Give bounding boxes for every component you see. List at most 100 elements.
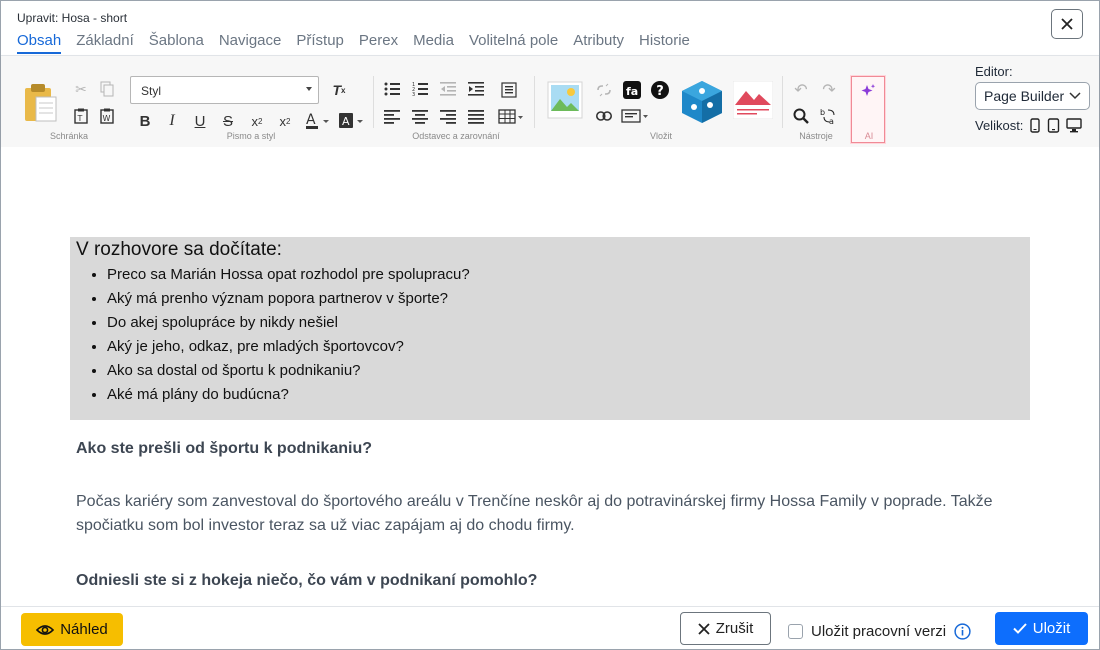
list-item: Do akej spolupráce by nikdy nešiel <box>107 311 1024 335</box>
unlink-icon[interactable] <box>595 81 613 99</box>
editor-select[interactable]: Page Builder <box>975 82 1090 110</box>
paste-word-icon[interactable]: W <box>98 107 116 125</box>
save-label: Uložit <box>1032 620 1071 637</box>
editor-dialog: Upravit: Hosa - short Obsah Základní Šab… <box>0 0 1100 650</box>
list-item: Preco sa Marián Hossa opat rozhodol pre … <box>107 263 1024 287</box>
banner-icon[interactable] <box>732 80 774 120</box>
background-color-icon[interactable]: A <box>338 111 366 131</box>
phone-icon[interactable] <box>1029 118 1041 133</box>
image-icon[interactable] <box>546 80 584 120</box>
remove-format-icon[interactable]: Tx <box>329 80 349 100</box>
tab-navigace[interactable]: Navigace <box>219 32 282 54</box>
close-button[interactable] <box>1051 9 1083 39</box>
close-icon <box>698 622 710 635</box>
tab-pristup[interactable]: Přístup <box>296 32 344 54</box>
list-item: Aký má prenho význam popora partnerov v … <box>107 287 1024 311</box>
editor-content-area[interactable]: V rozhovore sa dočítate: Preco sa Marián… <box>1 147 1099 606</box>
style-select[interactable]: Styl <box>130 76 319 104</box>
summary-list: Preco sa Marián Hossa opat rozhodol pre … <box>107 263 1024 407</box>
save-draft-option[interactable]: Uložit pracovní verzi <box>788 623 971 640</box>
answer-paragraph: Počas kariéry som zanvestoval do športov… <box>76 493 993 534</box>
editor-toolbar: ✂ T W Schránka Styl Tx B I U S x2 x2 A A… <box>1 55 1099 147</box>
bulleted-list-icon[interactable] <box>383 80 401 98</box>
paste-icon[interactable] <box>21 80 59 124</box>
dialog-footer: Náhled Zrušit Uložit pracovní verzi Ulož… <box>1 606 1099 649</box>
redo-icon[interactable]: ↷ <box>820 81 838 99</box>
editor-select-value: Page Builder <box>984 88 1065 104</box>
copy-icon[interactable] <box>98 80 116 98</box>
save-draft-checkbox[interactable] <box>788 624 803 639</box>
search-icon[interactable] <box>792 107 810 125</box>
strikethrough-icon[interactable]: S <box>219 112 237 130</box>
ai-sparkle-icon[interactable] <box>858 81 878 101</box>
save-button[interactable]: Uložit <box>995 612 1088 645</box>
tab-obsah[interactable]: Obsah <box>17 32 62 54</box>
chevron-down-icon <box>306 87 312 91</box>
superscript-icon[interactable]: x2 <box>275 112 295 130</box>
underline-icon[interactable]: U <box>191 112 209 130</box>
help-icon[interactable]: ? <box>650 80 670 100</box>
link-icon[interactable] <box>595 107 613 125</box>
svg-text:fa: fa <box>626 85 638 98</box>
tab-atributy[interactable]: Atributy <box>573 32 624 54</box>
svg-text:T: T <box>77 114 83 123</box>
font-group-label: Pismo a styl <box>226 131 276 141</box>
tab-perex[interactable]: Perex <box>359 32 398 54</box>
align-justify-icon[interactable] <box>467 108 485 126</box>
cut-icon[interactable]: ✂ <box>72 80 90 98</box>
italic-icon[interactable]: I <box>163 112 181 130</box>
toolbar-separator <box>782 76 783 128</box>
desktop-icon[interactable] <box>1066 118 1083 133</box>
paragraph-group-label: Odstavec a zarovnání <box>412 131 500 141</box>
question-heading: Ako ste prešli od športu k podnikaniu? <box>76 440 373 457</box>
insert-group-label: Vložit <box>649 131 672 141</box>
tools-group-label: Nástroje <box>799 131 833 141</box>
list-item: Aký je jeho, odkaz, pre mladých športovc… <box>107 335 1024 359</box>
clipboard-group-label: Schránka <box>49 131 89 141</box>
tab-historie[interactable]: Historie <box>639 32 690 54</box>
preview-button[interactable]: Náhled <box>21 613 123 646</box>
chevron-down-icon <box>1069 92 1081 100</box>
replace-icon[interactable]: ba <box>820 107 838 125</box>
tablet-icon[interactable] <box>1047 118 1060 133</box>
list-item: Ako sa dostal od športu k podnikaniu? <box>107 359 1024 383</box>
svg-text:A: A <box>306 112 316 128</box>
tab-media[interactable]: Media <box>413 32 454 54</box>
size-label: Velikost: <box>975 118 1024 133</box>
align-left-icon[interactable] <box>383 108 401 126</box>
table-icon[interactable] <box>498 107 526 127</box>
preview-label: Náhled <box>60 621 108 638</box>
style-select-value: Styl <box>141 84 162 98</box>
align-center-icon[interactable] <box>411 108 429 126</box>
svg-text:3: 3 <box>412 92 415 96</box>
tab-zakladni[interactable]: Základní <box>76 32 134 54</box>
font-awesome-icon[interactable]: fa <box>622 80 642 100</box>
undo-icon[interactable]: ↶ <box>792 81 810 99</box>
paste-text-icon[interactable]: T <box>72 107 90 125</box>
cancel-button[interactable]: Zrušit <box>680 612 771 645</box>
show-blocks-icon[interactable] <box>499 80 519 100</box>
summary-box[interactable]: V rozhovore sa dočítate: Preco sa Marián… <box>70 237 1030 420</box>
subscript-icon[interactable]: x2 <box>247 112 267 130</box>
text-color-icon[interactable]: A <box>304 111 332 131</box>
save-draft-label: Uložit pracovní verzi <box>811 623 947 640</box>
svg-text:W: W <box>103 114 111 123</box>
form-icon[interactable] <box>621 107 651 125</box>
numbered-list-icon[interactable]: 123 <box>411 80 429 98</box>
tab-volitelna-pole[interactable]: Volitelná pole <box>469 32 558 54</box>
editor-mode-panel: Editor: Page Builder Velikost: <box>975 64 1090 133</box>
indent-icon[interactable] <box>467 80 485 98</box>
align-right-icon[interactable] <box>439 108 457 126</box>
tab-sablona[interactable]: Šablona <box>149 32 204 54</box>
widget-box-icon[interactable] <box>679 78 725 126</box>
question-heading: Odniesli ste si z hokeja niečo, čo vám v… <box>76 572 538 589</box>
close-icon <box>1061 18 1073 30</box>
bold-icon[interactable]: B <box>136 112 154 130</box>
outdent-icon[interactable] <box>439 80 457 98</box>
list-item: Aké má plány do budúcna? <box>107 383 1024 407</box>
toolbar-separator <box>534 76 535 128</box>
eye-icon <box>36 624 55 635</box>
editor-label: Editor: <box>975 64 1013 79</box>
cancel-label: Zrušit <box>715 620 754 637</box>
info-icon[interactable] <box>954 623 971 640</box>
